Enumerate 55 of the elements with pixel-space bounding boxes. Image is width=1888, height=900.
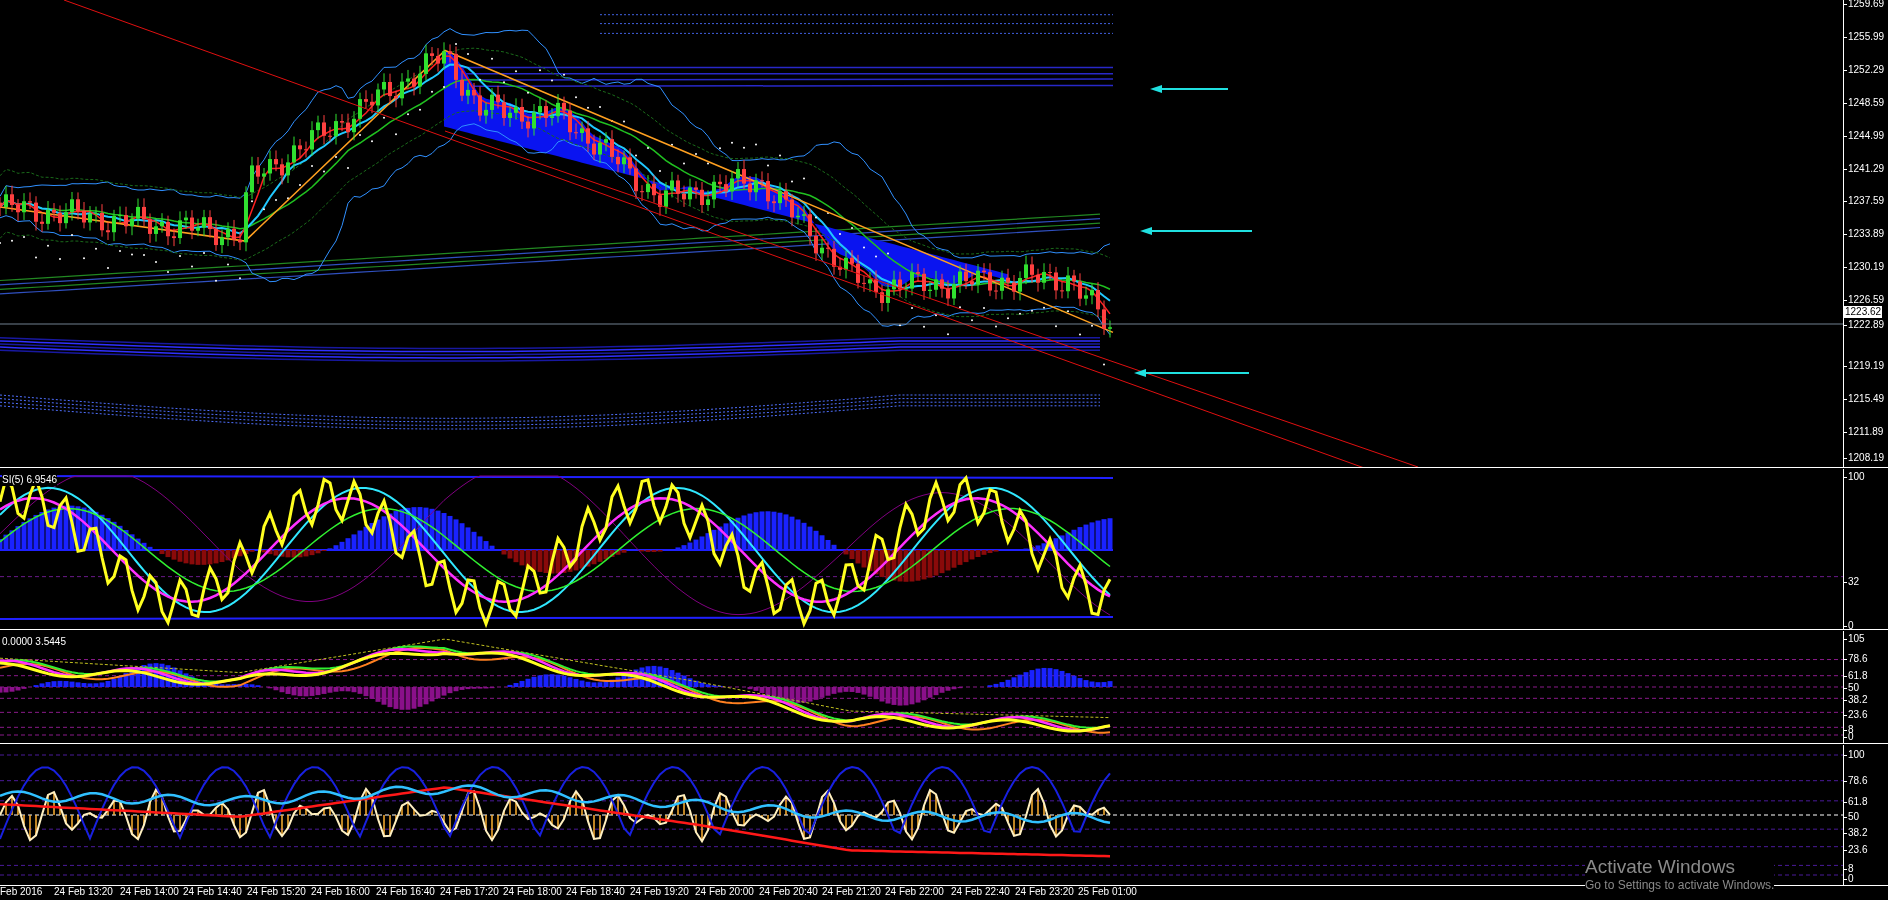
time-label: 24 Feb 14:40 bbox=[183, 886, 242, 898]
axis-label: 1226.59 bbox=[1848, 294, 1885, 307]
axis-label: 1215.49 bbox=[1848, 392, 1885, 405]
activation-hint: Go to Settings to activate Windows. bbox=[1585, 878, 1775, 892]
time-label: 24 Feb 20:40 bbox=[759, 886, 818, 898]
axis-label: 1219.19 bbox=[1848, 359, 1885, 372]
axis-label: 8 bbox=[1848, 863, 1854, 874]
time-label: 24 Feb 19:20 bbox=[630, 886, 689, 898]
time-label: 24 Feb 21:20 bbox=[822, 886, 881, 898]
axis-label: 1252.29 bbox=[1848, 63, 1885, 76]
time-label: 24 Feb 16:40 bbox=[376, 886, 435, 898]
current-price-label: 1223.62 bbox=[1844, 306, 1883, 318]
axis-label: 78.6 bbox=[1848, 775, 1868, 787]
time-label: 24 Feb 15:20 bbox=[247, 886, 306, 898]
axis-label: 1244.99 bbox=[1848, 129, 1885, 142]
axis-label: 0 bbox=[1848, 873, 1854, 885]
axis-label: 1230.19 bbox=[1848, 261, 1885, 274]
axis-label: 1241.29 bbox=[1848, 162, 1885, 175]
axis-label: 105 bbox=[1848, 633, 1865, 645]
axis-label: 50 bbox=[1848, 811, 1860, 823]
time-label: Feb 2016 bbox=[0, 886, 43, 898]
time-label: 24 Feb 13:20 bbox=[54, 886, 113, 898]
axis-label: 1211.89 bbox=[1848, 425, 1884, 438]
axis-label: 38.2 bbox=[1848, 827, 1868, 839]
axis-label: 0 bbox=[1848, 620, 1854, 632]
indicator-label: 0.0000 3.5445 bbox=[2, 636, 66, 648]
axis-label: 38.2 bbox=[1848, 694, 1868, 706]
axis-label: 1237.59 bbox=[1848, 195, 1885, 208]
axis-label: 100 bbox=[1848, 749, 1865, 761]
axis-label: 1248.59 bbox=[1848, 96, 1885, 109]
axis-label: 61.8 bbox=[1848, 796, 1868, 808]
axis-label: 1233.89 bbox=[1848, 228, 1885, 241]
indicator-label: SI(5) 6.9546 bbox=[2, 474, 58, 486]
time-label: 24 Feb 23:20 bbox=[1015, 886, 1074, 898]
axis-label: 32 bbox=[1848, 576, 1860, 588]
axis-label: 100 bbox=[1848, 471, 1865, 483]
time-label: 24 Feb 22:40 bbox=[951, 886, 1010, 898]
axis-label: 1208.19 bbox=[1848, 452, 1885, 464]
axis-label: 23.6 bbox=[1848, 844, 1868, 856]
axis-label: 1255.99 bbox=[1848, 30, 1885, 43]
time-label: 24 Feb 22:00 bbox=[885, 886, 944, 898]
axis-label: 1222.89 bbox=[1848, 319, 1885, 331]
time-label: 24 Feb 16:00 bbox=[311, 886, 370, 898]
axis-label: 78.6 bbox=[1848, 653, 1868, 665]
time-label: 24 Feb 18:40 bbox=[566, 886, 625, 898]
time-label: 24 Feb 18:00 bbox=[503, 886, 562, 898]
time-label: 25 Feb 01:00 bbox=[1078, 886, 1137, 898]
time-label: 24 Feb 14:00 bbox=[120, 886, 179, 898]
axis-label: 1259.69 bbox=[1848, 0, 1885, 10]
time-label: 24 Feb 20:00 bbox=[695, 886, 754, 898]
axis-label: 61.8 bbox=[1848, 670, 1868, 682]
time-label: 24 Feb 17:20 bbox=[440, 886, 499, 898]
axis-label: 50 bbox=[1848, 682, 1860, 694]
axis-label: 23.6 bbox=[1848, 709, 1868, 721]
axis-label: 0 bbox=[1848, 731, 1854, 743]
